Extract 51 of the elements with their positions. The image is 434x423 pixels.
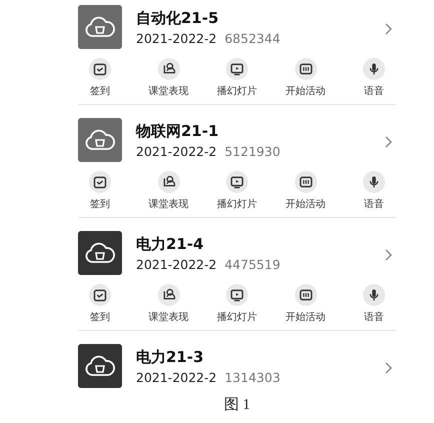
action-button[interactable]: 课堂表现: [146, 284, 190, 324]
action-button[interactable]: 课堂表现: [146, 58, 190, 98]
course-name: 自动化21-5: [136, 8, 220, 28]
checkin-icon: [89, 284, 111, 306]
course-term: 2021-2022-2: [136, 144, 217, 158]
action-button[interactable]: 播幻灯片: [215, 284, 259, 324]
voice-icon: [363, 284, 385, 306]
cloud-icon: [84, 354, 116, 378]
chevron-icon[interactable]: [385, 362, 392, 374]
action-button[interactable]: 开始活动: [284, 171, 328, 211]
course-name: 电力21-3: [136, 348, 205, 366]
cloud-icon: [84, 15, 116, 39]
slides-icon: [226, 284, 248, 306]
checkin-icon: [89, 58, 111, 80]
action-button[interactable]: 课堂表现: [146, 171, 190, 211]
cloud-icon: [84, 241, 116, 265]
action-button[interactable]: 语音: [352, 171, 396, 211]
action-button[interactable]: 播幻灯片: [215, 58, 259, 98]
cloud-icon: [84, 128, 116, 152]
figure-caption: 图 1: [224, 396, 250, 414]
action-button[interactable]: 开始活动: [284, 58, 328, 98]
chevron-icon[interactable]: [385, 23, 392, 35]
course-term: 2021-2022-2: [136, 370, 217, 384]
chevron-icon[interactable]: [385, 249, 392, 261]
voice-icon: [363, 58, 385, 80]
course-term: 2021-2022-2: [136, 256, 217, 272]
action-button[interactable]: 签到: [78, 58, 122, 98]
slides-icon: [226, 58, 248, 80]
action-button[interactable]: 签到: [78, 284, 122, 324]
course-name: 物联网21-1: [136, 122, 220, 140]
slides-icon: [226, 171, 248, 193]
action-button[interactable]: 开始活动: [284, 284, 328, 324]
course-code: 1314303: [224, 370, 280, 384]
performance-icon: [158, 58, 180, 80]
activity-icon: [294, 58, 316, 80]
action-button[interactable]: 播幻灯片: [215, 171, 259, 211]
course-code: 5121930: [224, 144, 280, 158]
course-term: 2021-2022-2: [136, 30, 217, 46]
performance-icon: [158, 171, 180, 193]
action-button[interactable]: 签到: [78, 171, 122, 211]
activity-icon: [294, 171, 316, 193]
activity-icon: [294, 284, 316, 306]
course-code: 4475519: [224, 256, 280, 272]
checkin-icon: [89, 171, 111, 193]
voice-icon: [363, 171, 385, 193]
course-code: 6852344: [224, 30, 280, 46]
chevron-icon[interactable]: [385, 136, 392, 148]
action-button[interactable]: 语音: [352, 284, 396, 324]
performance-icon: [158, 284, 180, 306]
course-name: 电力21-4: [136, 234, 205, 254]
action-button[interactable]: 语音: [352, 58, 396, 98]
